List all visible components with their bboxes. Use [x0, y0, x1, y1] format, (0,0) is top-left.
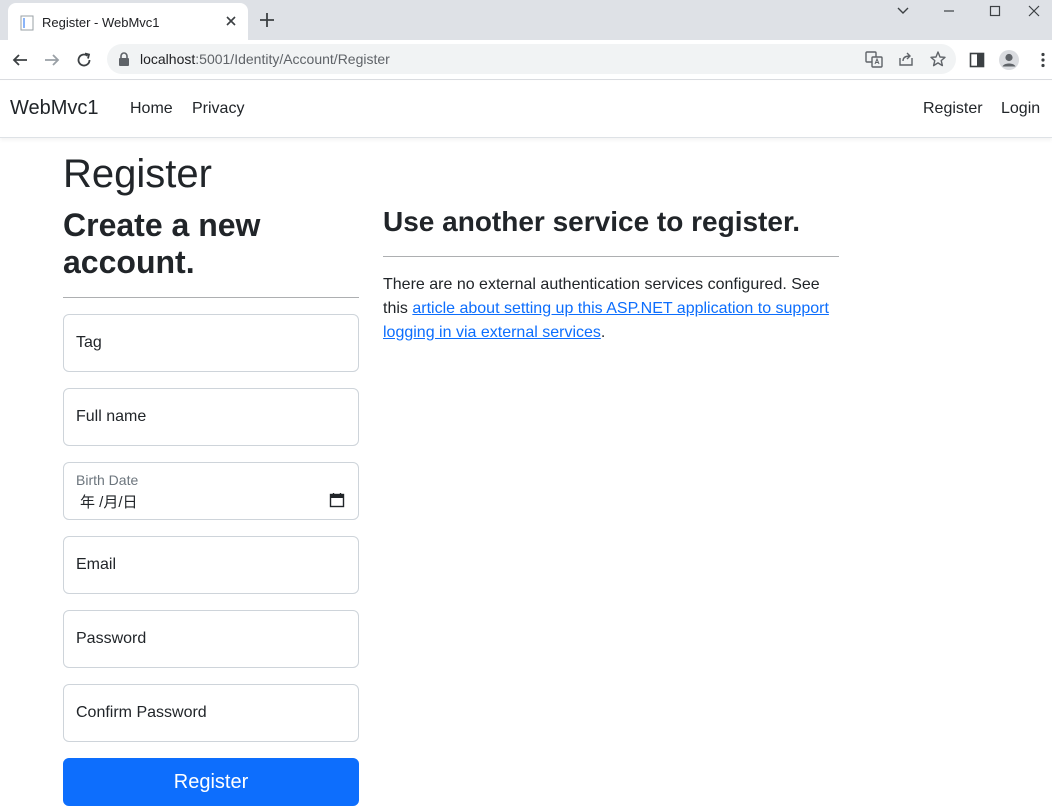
translate-icon[interactable] — [865, 50, 883, 68]
bookmark-star-icon[interactable] — [929, 50, 947, 68]
url-path: :5001/Identity/Account/Register — [195, 51, 390, 67]
share-icon[interactable] — [897, 50, 915, 68]
forward-icon[interactable] — [40, 48, 64, 72]
tab-search-icon[interactable] — [880, 0, 926, 22]
back-icon[interactable] — [8, 48, 32, 72]
birth-date-label: Birth Date — [76, 472, 139, 488]
side-panel-icon[interactable] — [966, 49, 988, 71]
close-window-icon[interactable] — [1016, 0, 1052, 22]
browser-toolbar: localhost:5001/Identity/Account/Register — [0, 40, 1052, 80]
tab-strip: Register - WebMvc1 — [0, 0, 1052, 40]
nav-home[interactable]: Home — [130, 100, 173, 118]
page-title: Register — [63, 152, 212, 196]
minimize-icon[interactable] — [926, 0, 972, 22]
site-navbar: WebMvc1 Home Privacy Register Login — [0, 81, 1052, 138]
lock-icon[interactable] — [118, 52, 130, 66]
full-name-input[interactable]: Full name — [63, 388, 359, 446]
page-icon — [20, 15, 34, 31]
close-tab-icon[interactable] — [222, 12, 240, 30]
form-heading: Create a new account. — [63, 207, 261, 280]
brand-link[interactable]: WebMvc1 — [10, 97, 99, 120]
tab-title: Register - WebMvc1 — [42, 15, 160, 30]
external-info-part-2: . — [600, 324, 606, 341]
external-heading: Use another service to register. — [383, 206, 801, 237]
email-input[interactable]: Email — [63, 536, 359, 594]
external-divider — [383, 256, 839, 257]
calendar-icon[interactable] — [329, 492, 345, 508]
register-submit-button[interactable]: Register — [63, 758, 359, 806]
profile-avatar-icon[interactable] — [998, 49, 1020, 71]
birth-date-input[interactable]: Birth Date 年 /月/日 — [63, 462, 359, 520]
confirm-password-label: Confirm Password — [76, 704, 207, 721]
email-label: Email — [76, 556, 117, 573]
password-input[interactable]: Password — [63, 610, 359, 668]
browser-tab[interactable]: Register - WebMvc1 — [8, 3, 248, 40]
password-label: Password — [76, 630, 147, 647]
url-text[interactable]: localhost:5001/Identity/Account/Register — [140, 51, 390, 67]
nav-privacy[interactable]: Privacy — [192, 100, 244, 118]
tag-input[interactable]: Tag — [63, 314, 359, 372]
external-info-text: There are no external authentication ser… — [383, 273, 843, 345]
external-auth-article-link[interactable]: article about setting up this ASP.NET ap… — [383, 300, 829, 341]
new-tab-icon[interactable] — [257, 10, 277, 30]
reload-icon[interactable] — [72, 48, 96, 72]
tag-label: Tag — [76, 334, 102, 351]
confirm-password-input[interactable]: Confirm Password — [63, 684, 359, 742]
maximize-icon[interactable] — [972, 0, 1018, 22]
nav-register[interactable]: Register — [923, 100, 983, 118]
full-name-label: Full name — [76, 408, 147, 425]
menu-dots-icon[interactable] — [1032, 49, 1052, 71]
form-divider — [63, 297, 359, 298]
nav-login[interactable]: Login — [1001, 100, 1040, 118]
url-host: localhost — [140, 51, 196, 67]
address-bar[interactable]: localhost:5001/Identity/Account/Register — [107, 44, 956, 74]
birth-date-value[interactable]: 年 /月/日 — [80, 491, 138, 512]
